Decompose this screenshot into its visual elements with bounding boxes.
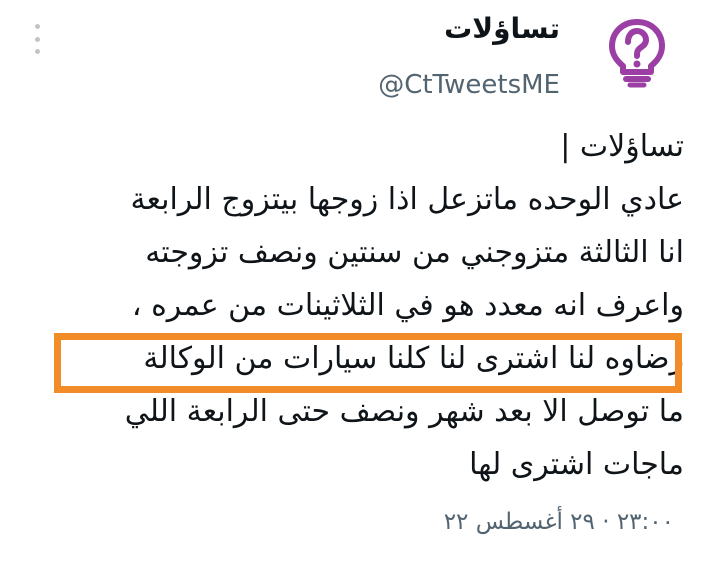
tweet-line: تساؤلات | <box>560 129 684 164</box>
tweet-timestamp[interactable]: ٢٣:٠٠ ‏· ٢٩ أغسطس ٢٢ <box>444 509 674 535</box>
lightbulb-question-icon <box>609 19 665 88</box>
dot <box>34 24 40 29</box>
tweet-text: تساؤلات | عادي الوحده ماتزعل اذا زوجها ب… <box>44 120 684 491</box>
dot <box>34 36 40 42</box>
tweet-line: ما توصل الا بعد شهر ونصف حتى الرابعة الل… <box>124 394 684 429</box>
tweet-line-highlighted: رضاوه لنا اشترى لنا كلنا سيارات من الوكا… <box>143 341 684 376</box>
tweet-line: واعرف انه معدد هو في الثلاثينات من عمره … <box>131 288 684 323</box>
tweet-line: ماجات اشترى لها <box>469 447 684 482</box>
display-name[interactable]: تساؤلات <box>444 12 560 45</box>
avatar[interactable] <box>606 18 668 88</box>
tweet-line: انا الثالثة متزوجني من سنتين ونصف تزوجته <box>145 235 684 270</box>
tweet-line: عادي الوحده ماتزعل اذا زوجها بيتزوج الرا… <box>130 182 684 217</box>
more-options-button[interactable] <box>30 24 44 54</box>
dot <box>34 49 40 54</box>
username-handle[interactable]: @CtTweetsME <box>378 70 560 100</box>
